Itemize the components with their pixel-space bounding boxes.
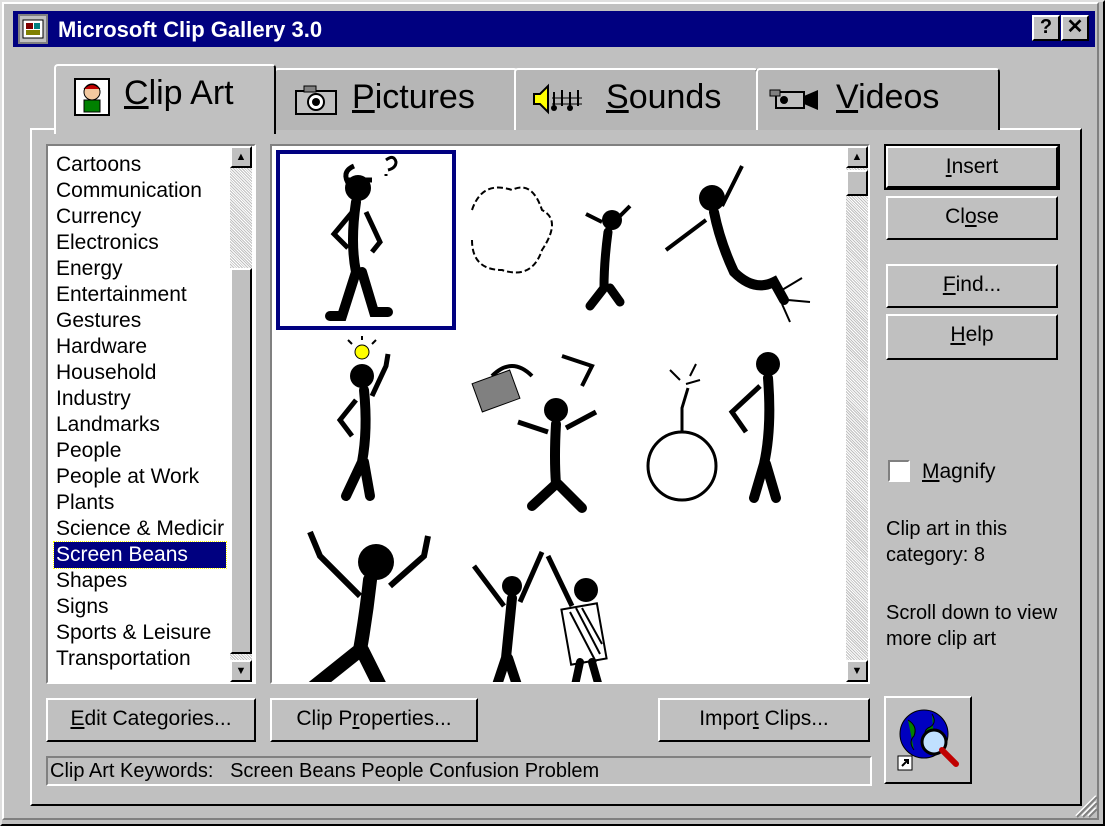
category-item[interactable]: Transportation — [54, 646, 226, 672]
clip-juggling-figure[interactable] — [462, 336, 642, 516]
keywords-label: Clip Art Keywords: — [50, 760, 214, 782]
category-item[interactable]: Sports & Leisure — [54, 620, 226, 646]
clip-count-text: Clip art in this category: 8 — [886, 518, 1008, 566]
category-scroll-down-button[interactable]: ▼ — [230, 660, 252, 682]
category-item[interactable]: Hardware — [54, 334, 226, 360]
video-camera-icon — [768, 84, 822, 119]
clip-celebrating-figure[interactable] — [276, 516, 456, 682]
category-item[interactable]: Energy — [54, 256, 226, 282]
title-help-button[interactable]: ? — [1032, 15, 1060, 41]
category-item[interactable]: People at Work — [54, 464, 226, 490]
clip-scroll-thumb[interactable] — [846, 170, 868, 196]
scroll-hint-text: Scroll down to view more clip art — [886, 602, 1058, 650]
keywords-value: Screen Beans People Confusion Problem — [230, 760, 600, 782]
magnify-label[interactable]: Magnify — [922, 460, 996, 484]
close-button[interactable]: Close — [886, 196, 1058, 240]
clip-grid[interactable]: ▲ ▼ — [270, 144, 870, 684]
category-scroll-up-button[interactable]: ▲ — [230, 146, 252, 168]
clip-gallery-app-icon — [18, 14, 48, 44]
keywords-status: Clip Art Keywords: Screen Beans People C… — [46, 756, 872, 786]
tab-clip-art[interactable]: Clip Art — [54, 64, 276, 134]
resize-grip-icon[interactable] — [1070, 790, 1098, 818]
help-button[interactable]: Help — [886, 314, 1058, 360]
tab-videos-label: Videos — [836, 78, 940, 116]
clip-scroll-down-button[interactable]: ▼ — [846, 660, 868, 682]
category-item[interactable]: Shapes — [54, 568, 226, 594]
clip-bomb-figure[interactable] — [642, 336, 822, 516]
category-item[interactable]: Cartoons — [54, 152, 226, 178]
insert-button[interactable]: Insert — [884, 144, 1060, 190]
category-item[interactable]: People — [54, 438, 226, 464]
clip-jumping-figure[interactable] — [642, 150, 822, 330]
tab-pictures-label: Pictures — [352, 78, 475, 116]
category-items: Cartoons Communication Currency Electronics… — [53, 152, 227, 672]
clip-scroll-up-button[interactable]: ▲ — [846, 146, 868, 168]
category-item[interactable]: Communication — [54, 178, 226, 204]
category-item[interactable]: Plants — [54, 490, 226, 516]
tab-sounds[interactable]: Sounds — [514, 68, 758, 130]
category-item[interactable]: Entertainment — [54, 282, 226, 308]
clip-confused-figure[interactable] — [276, 150, 456, 330]
clip-gallery-live-button[interactable] — [884, 696, 972, 784]
category-scrollbar[interactable]: ▲ ▼ — [230, 146, 252, 682]
camera-icon — [294, 84, 338, 121]
category-item[interactable]: Landmarks — [54, 412, 226, 438]
edit-categories-button[interactable]: Edit Categories... — [46, 698, 256, 742]
clip-art-tab-icon — [74, 78, 110, 121]
category-list[interactable]: Cartoons Communication Currency Electronics… — [46, 144, 256, 684]
clip-grid-scrollbar[interactable]: ▲ ▼ — [846, 146, 868, 682]
category-item[interactable]: Electronics — [54, 230, 226, 256]
tab-clip-art-label: Clip Art — [124, 74, 234, 112]
import-clips-button[interactable]: Import Clips... — [658, 698, 870, 742]
find-button[interactable]: Find... — [886, 264, 1058, 308]
clip-explosion-figures[interactable] — [462, 150, 642, 330]
tab-pictures[interactable]: Pictures — [274, 68, 518, 130]
magnify-checkbox[interactable] — [888, 460, 910, 482]
category-item[interactable]: Signs — [54, 594, 226, 620]
title-close-button[interactable]: ✕ — [1061, 15, 1089, 41]
window-title: Microsoft Clip Gallery 3.0 — [58, 17, 323, 42]
category-item[interactable]: Science & Medicir — [54, 516, 226, 542]
clip-idea-figure[interactable] — [276, 336, 456, 516]
tab-sounds-label: Sounds — [606, 78, 722, 116]
category-item[interactable]: Industry — [54, 386, 226, 412]
category-item[interactable]: Screen Beans — [53, 541, 227, 569]
tab-videos[interactable]: Videos — [756, 68, 1000, 130]
clip-high-five-figures[interactable] — [462, 516, 642, 682]
clip-properties-button[interactable]: Clip Properties... — [270, 698, 478, 742]
speaker-music-icon — [532, 82, 584, 121]
category-item[interactable]: Gestures — [54, 308, 226, 334]
category-item[interactable]: Household — [54, 360, 226, 386]
globe-magnifier-icon — [896, 706, 960, 785]
category-item[interactable]: Currency — [54, 204, 226, 230]
category-scroll-thumb[interactable] — [230, 268, 252, 654]
